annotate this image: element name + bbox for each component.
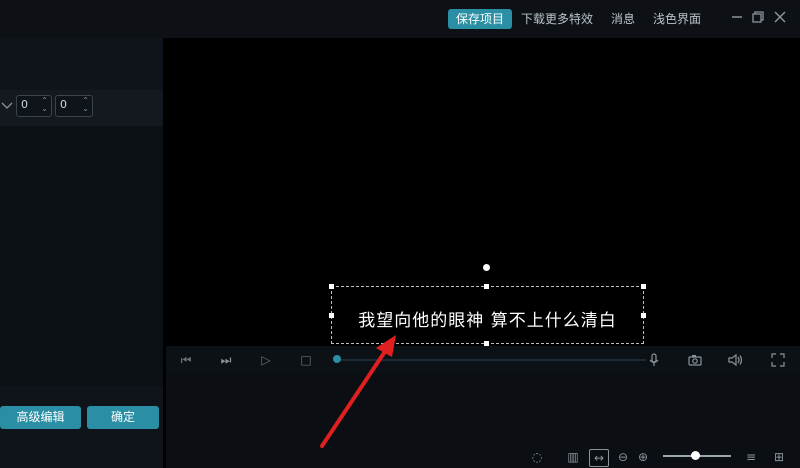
annotation-arrow-icon (320, 335, 396, 448)
